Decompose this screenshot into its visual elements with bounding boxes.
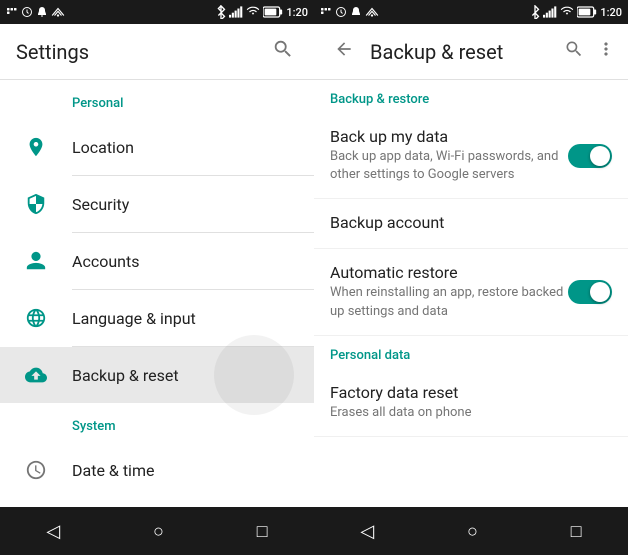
wifi-icon: [246, 6, 260, 18]
back-up-data-subtitle: Back up app data, Wi-Fi passwords, and o…: [330, 148, 568, 184]
location-icon: [16, 136, 56, 158]
sidebar-item-label-location: Location: [72, 138, 134, 157]
battery-icon: [263, 6, 283, 18]
left-scroll-content: Personal Location Security Accounts: [0, 80, 314, 507]
setting-back-up-data[interactable]: Back up my data Back up app data, Wi-Fi …: [314, 113, 628, 199]
sidebar-item-accounts[interactable]: Accounts: [0, 233, 314, 289]
auto-restore-text: Automatic restore When reinstalling an a…: [330, 263, 568, 320]
setting-factory-reset[interactable]: Factory data reset Erases all data on ph…: [314, 369, 628, 437]
right-content-area: Backup & restore Back up my data Back up…: [314, 80, 628, 507]
backup-account-title: Backup account: [330, 213, 612, 232]
back-up-data-toggle-knob: [590, 146, 610, 166]
sidebar-item-label-accounts: Accounts: [72, 252, 139, 271]
sidebar-item-location[interactable]: Location: [0, 119, 314, 175]
bluetooth-icon: [216, 5, 226, 19]
sidebar-item-backup[interactable]: Backup & reset: [0, 347, 314, 403]
r-bluetooth-icon: [530, 5, 540, 19]
left-app-bar: Settings: [0, 24, 314, 80]
back-button[interactable]: [330, 35, 362, 68]
right-app-actions: [560, 35, 620, 68]
right-app-bar: Backup & reset: [314, 24, 628, 80]
left-app-title: Settings: [16, 40, 268, 64]
sidebar-item-label-datetime: Date & time: [72, 461, 154, 480]
right-status-bar: 1:20: [314, 0, 628, 24]
right-search-icon[interactable]: [560, 35, 588, 68]
accounts-icon: [16, 250, 56, 272]
notification-icon-1: [6, 6, 18, 18]
left-search-icon[interactable]: [268, 34, 298, 70]
signal-icon: [229, 6, 243, 18]
r-notification-icon-3: [350, 6, 362, 18]
r-signal-icon: [543, 6, 557, 18]
left-section-personal: Personal: [0, 80, 314, 119]
sidebar-item-language[interactable]: Language & input: [0, 290, 314, 346]
security-icon: [16, 193, 56, 215]
r-notification-icon-2: [335, 6, 347, 18]
left-status-time: 1:20: [286, 6, 308, 19]
right-nav-bar: ◁ ○ □: [314, 507, 628, 555]
auto-restore-toggle-knob: [590, 282, 610, 302]
section-personal-data: Personal data: [314, 336, 628, 369]
auto-restore-subtitle: When reinstalling an app, restore backed…: [330, 284, 568, 320]
sidebar-item-datetime[interactable]: Date & time: [0, 442, 314, 498]
notification-icon-4: [51, 7, 65, 17]
r-battery-icon: [577, 6, 597, 18]
r-wifi-icon: [560, 6, 574, 18]
right-recent-button[interactable]: □: [551, 513, 602, 550]
datetime-icon: [16, 459, 56, 481]
status-bar-right-icons: 1:20: [216, 5, 308, 19]
sidebar-item-label-security: Security: [72, 195, 129, 214]
setting-auto-restore[interactable]: Automatic restore When reinstalling an a…: [314, 249, 628, 335]
sidebar-item-label-backup: Backup & reset: [72, 366, 179, 385]
r-notification-icon-1: [320, 6, 332, 18]
status-bar-left-icons: [6, 6, 65, 18]
left-back-button[interactable]: ◁: [26, 513, 80, 550]
factory-reset-title: Factory data reset: [330, 383, 612, 402]
right-status-right: 1:20: [530, 5, 622, 19]
back-up-data-toggle[interactable]: [568, 144, 612, 168]
setting-backup-account[interactable]: Backup account: [314, 199, 628, 249]
backup-account-text: Backup account: [330, 213, 612, 234]
back-up-data-text: Back up my data Back up app data, Wi-Fi …: [330, 127, 568, 184]
right-app-title: Backup & reset: [370, 40, 552, 64]
left-nav-bar: ◁ ○ □: [0, 507, 314, 555]
factory-reset-subtitle: Erases all data on phone: [330, 404, 612, 422]
language-icon: [16, 307, 56, 329]
sidebar-item-label-language: Language & input: [72, 309, 196, 328]
left-section-system: System: [0, 403, 314, 442]
back-up-data-title: Back up my data: [330, 127, 568, 146]
left-recent-button[interactable]: □: [237, 513, 288, 550]
notification-icon-2: [21, 6, 33, 18]
right-back-button[interactable]: ◁: [340, 513, 394, 550]
more-options-icon[interactable]: [592, 35, 620, 68]
section-backup-restore: Backup & restore: [314, 80, 628, 113]
auto-restore-toggle[interactable]: [568, 280, 612, 304]
left-panel: 1:20 Settings Personal Location Security: [0, 0, 314, 555]
auto-restore-title: Automatic restore: [330, 263, 568, 282]
right-panel: 1:20 Backup & reset Backup & restore Bac…: [314, 0, 628, 555]
right-status-time: 1:20: [600, 6, 622, 19]
left-home-button[interactable]: ○: [133, 513, 184, 550]
sidebar-item-security[interactable]: Security: [0, 176, 314, 232]
notification-icon-3: [36, 6, 48, 18]
right-home-button[interactable]: ○: [447, 513, 498, 550]
factory-reset-text: Factory data reset Erases all data on ph…: [330, 383, 612, 422]
right-status-left: [320, 6, 379, 18]
left-status-bar: 1:20: [0, 0, 314, 24]
backup-icon: [16, 364, 56, 386]
r-notification-icon-4: [365, 7, 379, 17]
